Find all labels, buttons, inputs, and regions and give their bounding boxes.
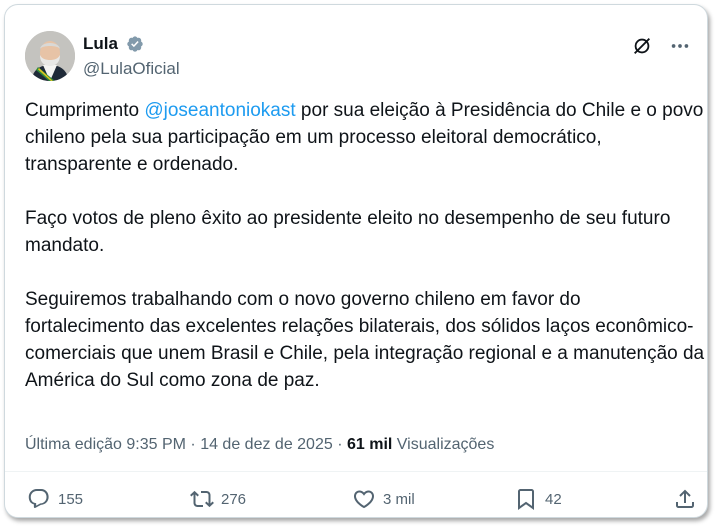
mention-link[interactable]: @joseantoniokast [144, 100, 295, 121]
like-button[interactable]: 3 mil [352, 487, 415, 511]
avatar[interactable] [25, 31, 75, 81]
bookmark-icon [518, 489, 534, 510]
repost-icon [190, 490, 214, 508]
reply-icon [28, 489, 49, 508]
display-name[interactable]: Lula [83, 33, 118, 55]
share-button[interactable] [673, 487, 704, 511]
reply-count: 155 [58, 490, 84, 508]
paragraph-text: Cumprimento [25, 100, 145, 121]
more-options-icon[interactable] [669, 35, 691, 57]
share-icon [676, 489, 694, 508]
edited-timestamp[interactable]: Última edição 9:35 PM [25, 436, 186, 453]
top-actions [631, 35, 691, 57]
grok-icon[interactable] [631, 35, 653, 57]
repost-button[interactable]: 276 [190, 487, 246, 511]
post-card: Lula @LulaOficial Cumprimento @joseanton… [4, 4, 708, 518]
meta-separator: · [332, 436, 347, 453]
repost-count: 276 [221, 490, 247, 508]
views-count: 61 mil [346, 436, 393, 453]
post-text: Cumprimento @joseantoniokast por sua ele… [25, 97, 705, 421]
post-paragraph-2: Faço votos de pleno êxito ao presidente … [25, 208, 671, 256]
post-date[interactable]: 14 de dez de 2025 [200, 436, 333, 453]
heart-icon [353, 490, 375, 509]
handle[interactable]: @LulaOficial [83, 58, 180, 80]
bookmark-count: 42 [545, 490, 562, 508]
meta-separator: · [185, 436, 201, 453]
post-paragraph-3: Seguiremos trabalhando com o novo govern… [25, 289, 705, 391]
bookmark-button[interactable]: 42 [514, 487, 562, 511]
action-bar: 155 276 3 mil 42 [27, 487, 697, 515]
post-meta: Última edição 9:35 PM · 14 de dez de 202… [25, 434, 494, 456]
like-count: 3 mil [383, 490, 415, 508]
views-label: Visualizações [392, 436, 495, 453]
reply-button[interactable]: 155 [27, 487, 83, 511]
divider [5, 471, 707, 472]
post-paragraph-1: Cumprimento @joseantoniokast por sua ele… [25, 97, 705, 178]
avatar-image [25, 31, 75, 81]
author-info: Lula @LulaOficial [83, 33, 180, 80]
verified-badge-icon [126, 35, 144, 53]
